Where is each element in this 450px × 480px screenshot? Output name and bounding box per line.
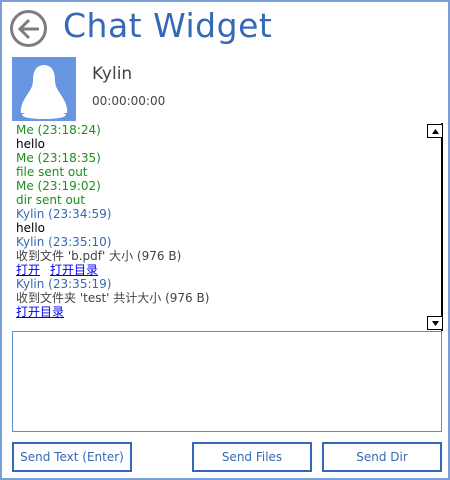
file-received-note: 收到文件 'b.pdf' 大小 (976 B) xyxy=(16,249,182,263)
open-dir-link[interactable]: 打开目录 xyxy=(16,305,64,319)
open-file-link[interactable]: 打开 xyxy=(16,263,40,277)
peer-avatar xyxy=(12,57,76,121)
message-header: Kylin (23:35:19) xyxy=(16,277,112,291)
file-actions: 打开 打开目录 xyxy=(16,263,426,277)
triangle-up-icon xyxy=(432,129,439,134)
window-title: Chat Widget xyxy=(63,6,273,45)
open-dir-link[interactable]: 打开目录 xyxy=(50,263,98,277)
peer-name: Kylin xyxy=(92,64,133,84)
back-arrow-icon xyxy=(17,18,39,40)
folder-received-note: 收到文件夹 'test' 共计大小 (976 B) xyxy=(16,291,210,305)
message-header: Me (23:19:02) xyxy=(16,179,101,193)
message-text: dir sent out xyxy=(16,193,86,207)
chat-log[interactable]: Me (23:18:24) hello Me (23:18:35) file s… xyxy=(12,123,426,331)
folder-actions: 打开目录 xyxy=(16,305,426,319)
penguin-avatar-icon xyxy=(20,65,68,119)
triangle-down-icon xyxy=(432,321,439,326)
message-text: file sent out xyxy=(16,165,88,179)
back-button[interactable] xyxy=(10,10,47,47)
message-input[interactable] xyxy=(13,332,441,431)
message-header: Kylin (23:35:10) xyxy=(16,235,112,249)
message-input-box[interactable] xyxy=(12,331,442,432)
message-header: Me (23:18:24) xyxy=(16,123,101,137)
scroll-up-button[interactable] xyxy=(427,124,443,138)
send-dir-button[interactable]: Send Dir xyxy=(322,442,442,472)
chat-scrollbar[interactable] xyxy=(427,123,443,331)
message-header: Kylin (23:34:59) xyxy=(16,207,112,221)
peer-timer: 00:00:00:00 xyxy=(92,94,166,108)
chat-window: Chat Widget Kylin 00:00:00:00 Me (23:18:… xyxy=(0,0,450,480)
send-text-button[interactable]: Send Text (Enter) xyxy=(12,442,132,472)
message-text: hello xyxy=(16,137,45,151)
message-text: hello xyxy=(16,221,45,235)
send-files-button[interactable]: Send Files xyxy=(192,442,312,472)
scroll-down-button[interactable] xyxy=(427,316,443,330)
message-header: Me (23:18:35) xyxy=(16,151,101,165)
